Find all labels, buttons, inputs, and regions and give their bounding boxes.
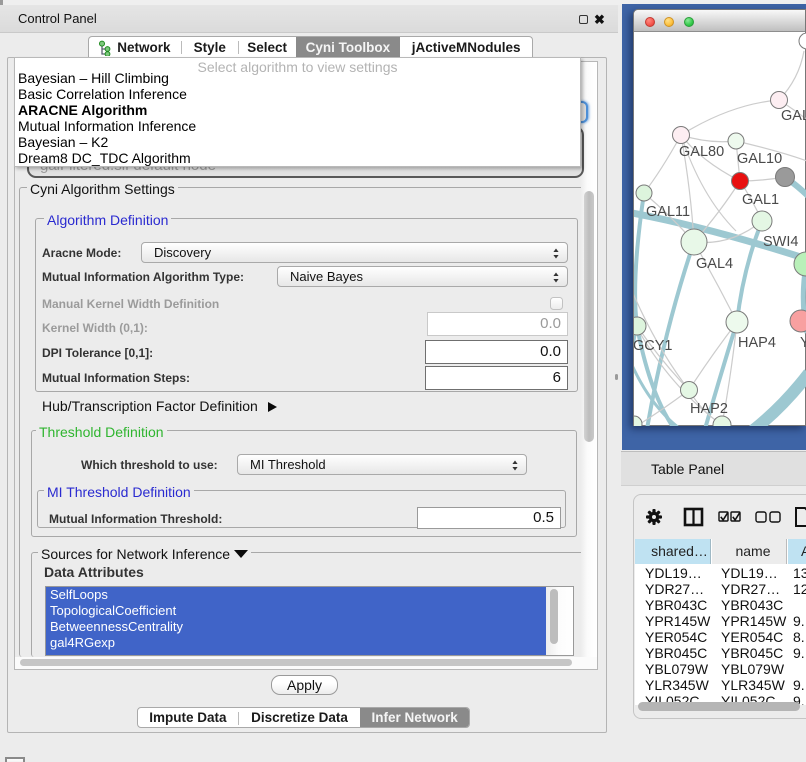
svg-text:Y: Y — [800, 335, 806, 351]
svg-text:HAP4: HAP4 — [738, 335, 776, 351]
svg-text:GAL80: GAL80 — [679, 144, 724, 160]
svg-text:SWI4: SWI4 — [763, 234, 798, 250]
svg-text:GAL10: GAL10 — [737, 151, 782, 167]
svg-text:GAL4: GAL4 — [696, 256, 733, 272]
svg-text:GCY1: GCY1 — [634, 338, 673, 354]
svg-text:GAL11: GAL11 — [646, 204, 690, 220]
svg-text:HAP2: HAP2 — [690, 401, 728, 417]
svg-text:GAL1: GAL1 — [742, 192, 779, 208]
svg-text:GAL: GAL — [781, 108, 806, 124]
